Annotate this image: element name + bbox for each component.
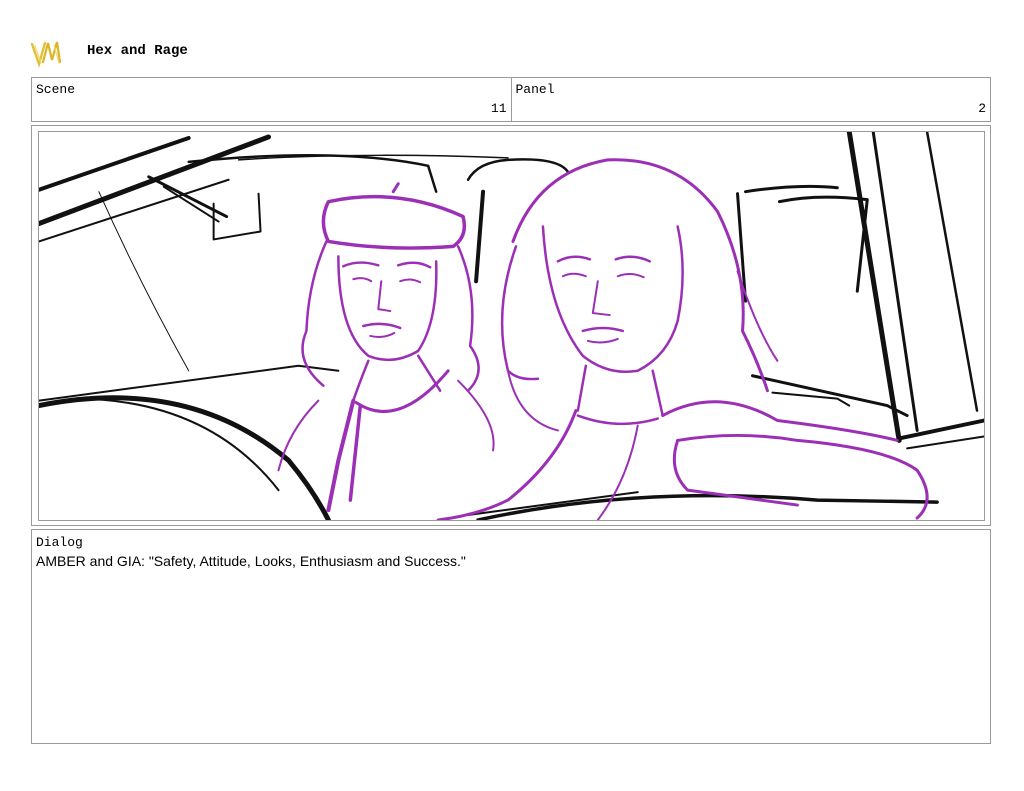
panel-cell: Panel 2 bbox=[510, 78, 991, 121]
character-amber bbox=[277, 182, 495, 513]
panel-label: Panel bbox=[515, 82, 555, 97]
logo-mark bbox=[30, 41, 62, 68]
panel-frame bbox=[31, 125, 991, 526]
panel-number: 2 bbox=[978, 101, 986, 116]
dialog-label: Dialog bbox=[36, 535, 83, 550]
scene-label: Scene bbox=[36, 82, 76, 97]
scene-cell: Scene 11 bbox=[32, 78, 511, 121]
scene-panel-info: Scene 11 Panel 2 bbox=[31, 77, 991, 122]
dialog-box: Dialog AMBER and GIA: "Safety, Attitude,… bbox=[31, 529, 991, 744]
dialog-text: AMBER and GIA: "Safety, Attitude, Looks,… bbox=[36, 553, 466, 569]
character-gia bbox=[436, 158, 929, 520]
project-title: Hex and Rage bbox=[87, 43, 188, 59]
storyboard-image bbox=[38, 131, 985, 521]
car-interior-sketch bbox=[39, 132, 984, 520]
scene-number: 11 bbox=[490, 101, 507, 116]
studio-logo bbox=[29, 38, 65, 68]
car-interior-lines bbox=[39, 132, 984, 520]
